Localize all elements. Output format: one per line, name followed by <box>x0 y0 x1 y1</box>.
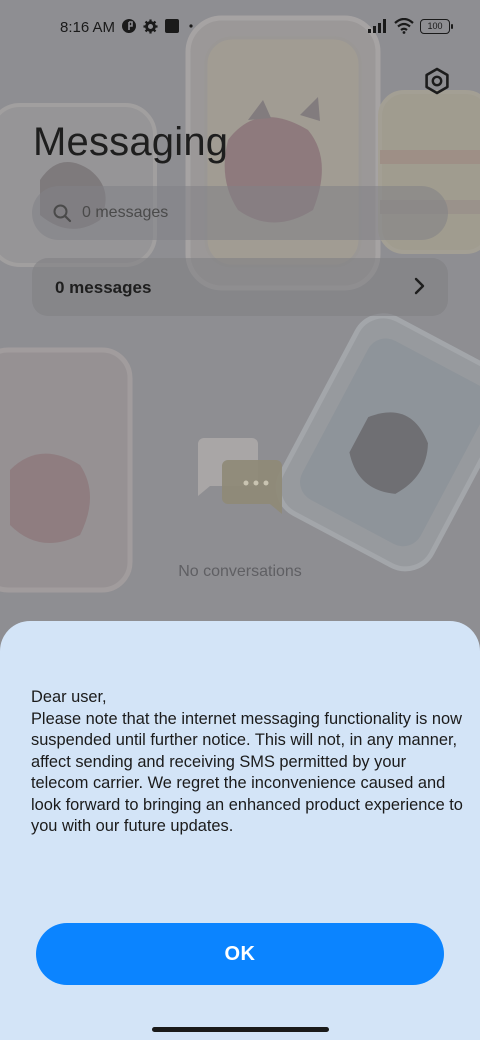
notice-bottom-sheet: Dear user, Please note that the internet… <box>0 621 480 1040</box>
status-icons-left <box>121 18 196 34</box>
vpn-icon <box>122 19 136 33</box>
messages-row-label: 0 messages <box>55 278 152 297</box>
dot-icon <box>189 24 193 28</box>
page-title: Messaging <box>33 120 229 164</box>
notice-greeting: Dear user, <box>31 688 107 706</box>
messages-row[interactable]: 0 messages <box>32 258 448 316</box>
notice-message: Dear user, Please note that the internet… <box>31 687 463 838</box>
search-icon <box>53 204 72 223</box>
search-input[interactable]: 0 messages <box>32 186 448 240</box>
settings-hexagon-icon[interactable] <box>422 66 452 96</box>
status-time: 8:16 AM <box>60 19 116 36</box>
signal-icon <box>368 19 386 33</box>
wallpaper-illustration <box>0 15 480 593</box>
empty-state-text: No conversations <box>178 563 302 580</box>
chevron-right-icon <box>414 277 425 295</box>
wifi-icon <box>394 18 414 34</box>
home-indicator[interactable] <box>152 1027 329 1032</box>
gear-icon <box>143 18 158 34</box>
status-bar: 8:16 AM 100 <box>0 0 480 56</box>
ok-button[interactable]: OK <box>36 923 444 985</box>
search-placeholder: 0 messages <box>82 204 169 221</box>
notice-body: Please note that the internet messaging … <box>31 709 463 836</box>
status-icons-right: 100 <box>368 18 453 34</box>
chat-bubbles-icon <box>198 438 282 514</box>
app-icon <box>165 19 179 33</box>
battery-icon: 100 <box>420 18 453 34</box>
